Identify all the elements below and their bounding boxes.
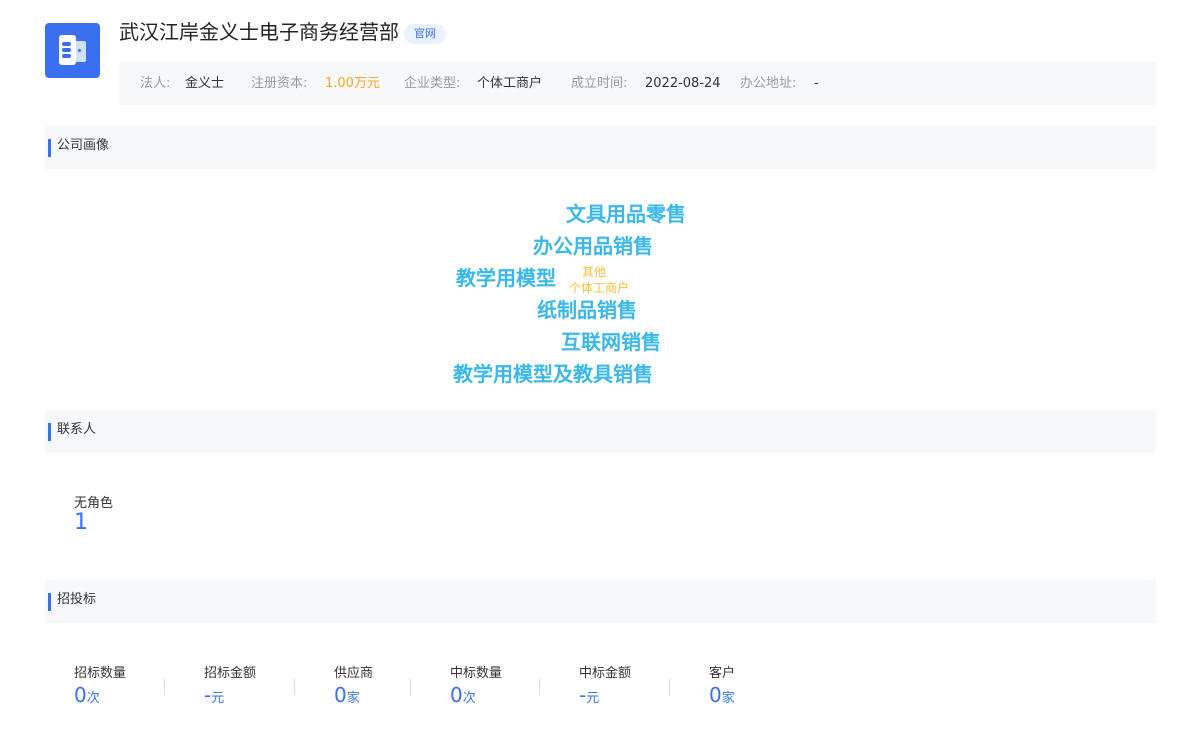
stat-divider [164, 679, 165, 695]
stat-value: 0 [334, 683, 347, 707]
stat-label: 中标数量 [450, 666, 503, 681]
stat-label: 招标金额 [204, 666, 257, 681]
stat-value: 0 [709, 683, 722, 707]
bid-amount-stat[interactable]: 招标金额 -元 [204, 662, 256, 707]
bidding-section-header: 招投标 [45, 580, 1156, 623]
contacts-section-header: 联系人 [45, 410, 1156, 453]
word-cloud: 文具用品零售 办公用品销售 教学用模型 其他 个体工商户 纸制品销售 互联网销售… [0, 0, 1200, 400]
cloud-word[interactable]: 互联网销售 [561, 326, 661, 355]
cloud-word[interactable]: 文具用品零售 [566, 198, 686, 227]
cloud-word[interactable]: 其他 [582, 263, 606, 280]
customer-stat[interactable]: 客户 0家 [709, 662, 735, 707]
supplier-stat[interactable]: 供应商 0家 [334, 662, 373, 707]
stat-unit: 家 [721, 691, 735, 706]
stat-divider [410, 679, 411, 695]
stat-divider [669, 679, 670, 695]
stat-label: 招标数量 [74, 666, 127, 681]
contact-role-label: 无角色 [74, 496, 114, 511]
stat-label: 客户 [709, 666, 736, 681]
win-amount-stat[interactable]: 中标金额 -元 [579, 662, 631, 707]
stat-unit: 元 [211, 691, 225, 706]
cloud-word[interactable]: 办公用品销售 [533, 230, 653, 259]
cloud-word[interactable]: 教学用模型 [456, 262, 556, 291]
win-count-stat[interactable]: 中标数量 0次 [450, 662, 502, 707]
stat-label: 中标金额 [579, 666, 632, 681]
stat-unit: 家 [346, 691, 360, 706]
cloud-word[interactable]: 纸制品销售 [537, 294, 637, 323]
bidding-section-title: 招投标 [57, 592, 97, 607]
stat-divider [294, 679, 295, 695]
stat-unit: 次 [86, 691, 100, 706]
stat-value: 0 [74, 683, 87, 707]
bid-count-stat[interactable]: 招标数量 0次 [74, 662, 126, 707]
stat-value: 0 [450, 683, 463, 707]
cloud-word[interactable]: 教学用模型及教具销售 [453, 358, 653, 387]
stat-unit: 元 [586, 691, 600, 706]
contact-role-count[interactable]: 1 [74, 510, 88, 535]
stat-label: 供应商 [334, 666, 374, 681]
stat-unit: 次 [462, 691, 476, 706]
contacts-section-title: 联系人 [57, 422, 97, 437]
stat-divider [539, 679, 540, 695]
